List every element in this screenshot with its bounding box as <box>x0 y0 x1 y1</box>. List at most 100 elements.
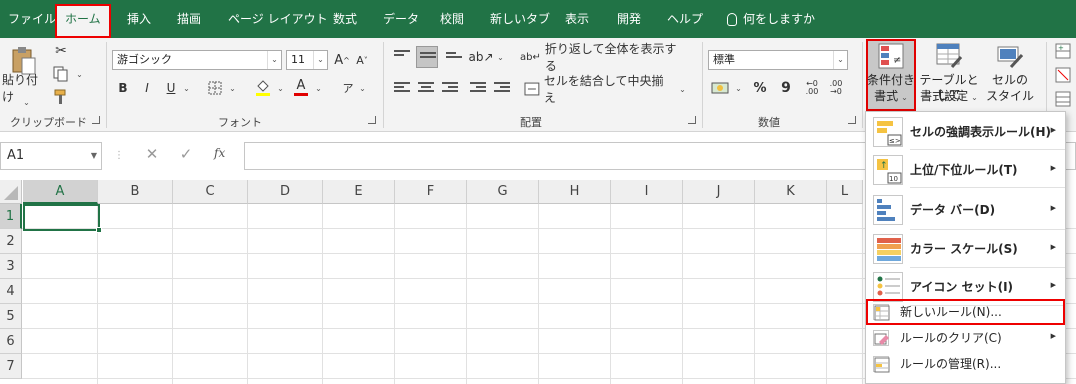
align-right-icon[interactable] <box>442 82 458 96</box>
number-launcher-icon[interactable] <box>848 116 856 124</box>
column-header-f[interactable]: F <box>395 180 467 204</box>
number-format-combo[interactable]: 標準 ⌄ <box>708 50 848 70</box>
italic-button[interactable]: I <box>140 79 154 97</box>
paste-dropdown-icon[interactable]: ⌄ <box>18 96 32 108</box>
tab-help[interactable]: ヘルプ <box>667 0 703 38</box>
menu-item-new-rule[interactable]: 新しいルール(N)... <box>866 299 1065 325</box>
font-launcher-icon[interactable] <box>368 116 376 124</box>
increase-decimal-icon[interactable]: ←0.00 <box>802 79 822 97</box>
percent-style-button[interactable]: % <box>752 79 768 97</box>
merge-dropdown-icon[interactable]: ⌄ <box>676 80 686 98</box>
font-size-combo[interactable]: 11 ⌄ <box>286 50 328 70</box>
cancel-entry-icon[interactable]: ✕ <box>144 145 160 165</box>
column-header-i[interactable]: I <box>611 180 683 204</box>
row-header-3[interactable]: 3 <box>0 254 22 279</box>
insert-cells-icon[interactable]: + <box>1054 42 1072 60</box>
name-box-dropdown-icon[interactable]: ▼ <box>91 143 97 169</box>
tab-home[interactable]: ホーム <box>55 4 111 38</box>
phonetic-dropdown-icon[interactable]: ⌄ <box>356 79 366 97</box>
insert-function-icon[interactable]: fx <box>214 146 234 166</box>
fill-color-icon[interactable] <box>254 78 272 98</box>
borders-dropdown-icon[interactable]: ⌄ <box>226 79 236 97</box>
align-middle-button[interactable] <box>416 46 438 68</box>
column-header-b[interactable]: B <box>98 180 173 204</box>
align-top-icon[interactable] <box>394 50 410 64</box>
accounting-dropdown-icon[interactable]: ⌄ <box>732 79 742 97</box>
align-center-icon[interactable] <box>418 82 434 96</box>
conditional-formatting-button[interactable]: ≠ 条件付き 書式 ⌄ <box>866 39 916 111</box>
font-color-dropdown-icon[interactable]: ⌄ <box>312 79 322 97</box>
cell-styles-button[interactable]: セルの スタイル⌄ <box>982 39 1038 117</box>
increase-indent-icon[interactable] <box>494 82 510 96</box>
clipboard-launcher-icon[interactable] <box>92 116 100 124</box>
tell-me-search[interactable]: 何をしますか <box>727 0 815 38</box>
select-all-corner[interactable] <box>0 180 22 204</box>
merge-center-button[interactable]: セルを結合して中央揃え <box>524 74 674 105</box>
increase-font-size-icon[interactable]: A ^ <box>334 50 350 70</box>
font-size-dropdown-icon[interactable]: ⌄ <box>313 51 327 69</box>
column-header-c[interactable]: C <box>173 180 248 204</box>
decrease-font-size-icon[interactable]: A ˅ <box>354 50 370 70</box>
column-header-a[interactable]: A <box>23 180 98 204</box>
wrap-text-button[interactable]: ab↵ 折り返して全体を表示する <box>520 42 680 73</box>
decrease-decimal-icon[interactable]: .00 →0 <box>826 79 846 97</box>
tab-page-layout[interactable]: ページ レイアウト <box>228 0 328 38</box>
format-cells-icon[interactable] <box>1054 90 1072 108</box>
font-name-combo[interactable]: 游ゴシック ⌄ <box>112 50 282 70</box>
row-header-2[interactable]: 2 <box>0 229 22 254</box>
alignment-launcher-icon[interactable] <box>688 116 696 124</box>
tab-new-tab[interactable]: 新しいタブ <box>490 0 550 38</box>
format-as-table-button[interactable]: テーブルとして 書式設定 ⌄ <box>918 39 980 111</box>
fill-handle[interactable] <box>96 227 102 233</box>
menu-item-color-scales[interactable]: カラー スケール(S) ▶ <box>866 230 1065 268</box>
row-header-1[interactable]: 1 <box>0 204 22 229</box>
column-header-k[interactable]: K <box>755 180 827 204</box>
orientation-dropdown-icon[interactable]: ⌄ <box>494 48 504 66</box>
decrease-indent-icon[interactable] <box>470 82 486 96</box>
tab-insert[interactable]: 挿入 <box>127 0 151 38</box>
cut-icon[interactable]: ✂ <box>52 42 70 60</box>
align-left-icon[interactable] <box>394 82 410 96</box>
column-header-l[interactable]: L <box>827 180 863 204</box>
formula-bar-grip-icon[interactable]: ⋮ <box>114 148 124 164</box>
column-header-g[interactable]: G <box>467 180 539 204</box>
tab-file[interactable]: ファイル <box>8 0 56 38</box>
tab-review[interactable]: 校閲 <box>440 0 464 38</box>
row-header-7[interactable]: 7 <box>0 354 22 379</box>
delete-cells-icon[interactable] <box>1054 66 1072 84</box>
format-painter-icon[interactable] <box>52 88 70 106</box>
copy-dropdown-icon[interactable]: ⌄ <box>72 65 84 83</box>
menu-item-top-bottom-rules[interactable]: ↑ 10 上位/下位ルール(T) ▶ <box>866 152 1065 188</box>
paste-label[interactable]: 貼り付け <box>2 73 48 104</box>
fill-color-dropdown-icon[interactable]: ⌄ <box>274 79 284 97</box>
underline-button[interactable]: U <box>164 79 178 97</box>
number-format-dropdown-icon[interactable]: ⌄ <box>833 51 847 69</box>
borders-icon[interactable] <box>206 79 224 97</box>
tab-developer[interactable]: 開発 <box>617 0 641 38</box>
orientation-icon[interactable]: ab↗ <box>468 48 493 66</box>
bold-button[interactable]: B <box>116 79 130 97</box>
tab-data[interactable]: データ <box>383 0 419 38</box>
tab-formulas[interactable]: 数式 <box>333 0 357 38</box>
underline-dropdown-icon[interactable]: ⌄ <box>180 79 190 97</box>
menu-item-clear-rules[interactable]: ルールのクリア(C) ▶ <box>866 325 1065 351</box>
font-color-button[interactable]: A <box>292 77 310 97</box>
copy-icon[interactable] <box>52 65 70 83</box>
accounting-format-icon[interactable] <box>710 79 730 97</box>
phonetic-guide-button[interactable]: ア <box>340 78 356 98</box>
row-header-6[interactable]: 6 <box>0 329 22 354</box>
menu-item-highlight-rules[interactable]: ≤> セルの強調表示ルール(H) ▶ <box>866 114 1065 150</box>
row-header-5[interactable]: 5 <box>0 304 22 329</box>
align-bottom-icon[interactable] <box>446 52 462 66</box>
active-cell[interactable] <box>23 204 102 233</box>
tab-view[interactable]: 表示 <box>565 0 589 38</box>
column-header-e[interactable]: E <box>323 180 395 204</box>
name-box[interactable]: A1 ▼ <box>0 142 102 170</box>
menu-item-data-bars[interactable]: データ バー(D) ▶ <box>866 190 1065 230</box>
row-header-4[interactable]: 4 <box>0 279 22 304</box>
enter-entry-icon[interactable]: ✓ <box>178 145 194 165</box>
column-header-j[interactable]: J <box>683 180 755 204</box>
column-header-d[interactable]: D <box>248 180 323 204</box>
tab-draw[interactable]: 描画 <box>177 0 201 38</box>
menu-item-manage-rules[interactable]: ルールの管理(R)... <box>866 351 1065 377</box>
